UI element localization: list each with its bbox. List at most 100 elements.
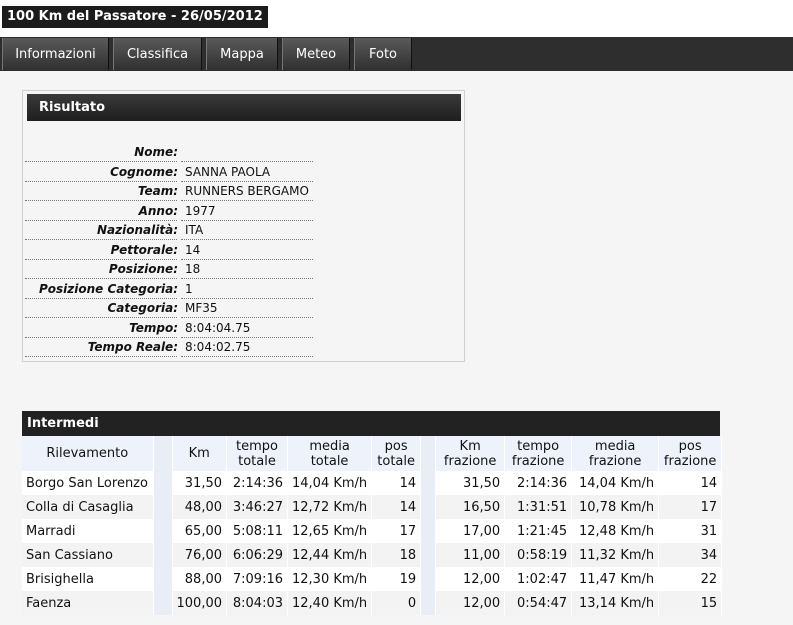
cell-tempo-totale: 8:04:03 [226, 591, 288, 615]
field-label: Cognome: [110, 164, 178, 179]
cell-km: 76,00 [172, 543, 227, 567]
cell-pos-totale: 14 [371, 471, 422, 495]
cell-pos-totale: 19 [371, 567, 422, 591]
label-dotted-rule [25, 356, 177, 357]
spacer-cell [420, 567, 437, 591]
field-label: Nome: [134, 145, 178, 159]
field-label: Categoria: [107, 301, 178, 315]
cell-place: San Cassiano [22, 543, 154, 567]
cell-pos-frazione: 34 [658, 543, 723, 567]
cell-tempo-totale: 3:46:27 [226, 495, 288, 519]
cell-media-frazione: 14,04 Km/h [571, 471, 660, 495]
tab-foto[interactable]: Foto [354, 38, 412, 70]
result-field-row: Tempo: 8:04:04.75 [23, 319, 315, 338]
field-value: 18 [185, 262, 201, 276]
cell-pos-frazione: 14 [658, 471, 723, 495]
field-label: Posizione: [108, 262, 178, 276]
result-field-row: Nome: [23, 143, 315, 162]
field-label: Anno: [138, 203, 178, 218]
spacer-cell [420, 495, 437, 519]
result-field-row: Posizione Categoria: 1 [23, 280, 315, 299]
cell-tempo-totale: 5:08:11 [226, 519, 288, 543]
col-tempo-totale: tempo totale [226, 436, 288, 471]
page-title: 100 Km del Passatore - 26/05/2012 [2, 6, 268, 28]
cell-media-frazione: 10,78 Km/h [571, 495, 660, 519]
cell-tempo-frazione: 1:02:47 [504, 567, 573, 591]
table-row: San Cassiano 76,00 6:06:29 12,44 Km/h 18 11,0… [22, 543, 723, 567]
content-area: Risultato Nome: Cognome: SANNA PAOLA Team: R… [0, 71, 793, 625]
cell-media-totale: 12,40 Km/h [287, 591, 373, 615]
field-value: 1 [185, 281, 193, 296]
cell-media-frazione: 12,48 Km/h [571, 519, 660, 543]
cell-media-frazione: 11,47 Km/h [571, 567, 660, 591]
value-dotted-rule [181, 356, 313, 357]
spacer-cell [153, 519, 173, 543]
cell-km: 100,00 [172, 591, 227, 615]
intermediates-table: Rilevamento Km tempo totale media totale p… [22, 436, 723, 615]
col-rilevamento: Rilevamento [22, 436, 154, 471]
spacer-cell [153, 567, 173, 591]
spacer-cell [420, 519, 437, 543]
field-label: Nazionalità: [97, 223, 178, 237]
spacer-cell [153, 543, 173, 567]
cell-media-frazione: 11,32 Km/h [571, 543, 660, 567]
field-label: Posizione Categoria: [38, 281, 178, 296]
cell-place: Brisighella [22, 567, 154, 591]
field-label: Pettorale: [110, 242, 178, 257]
field-label: Tempo Reale: [87, 340, 178, 354]
cell-tempo-frazione: 0:58:19 [504, 543, 573, 567]
table-row: Marradi 65,00 5:08:11 12,65 Km/h 17 17,00 1:21… [22, 519, 723, 543]
table-row: Faenza 100,00 8:04:03 12,40 Km/h 0 12,00 0:54:… [22, 591, 723, 615]
cell-media-totale: 12,72 Km/h [287, 495, 373, 519]
col-tempo-frazione: tempo frazione [504, 436, 573, 471]
intermediates-header: Intermedi [22, 411, 720, 436]
result-field-row: Categoria: MF35 [23, 299, 315, 318]
cell-tempo-frazione: 2:14:36 [504, 471, 573, 495]
cell-km-frazione: 31,50 [435, 471, 506, 495]
col-pos-totale: pos totale [371, 436, 422, 471]
cell-place: Colla di Casaglia [22, 495, 154, 519]
cell-km-frazione: 12,00 [435, 567, 506, 591]
tab-informazioni[interactable]: Informazioni [2, 38, 109, 70]
result-field-row: Posizione: 18 [23, 260, 315, 279]
field-value: 1977 [185, 203, 216, 218]
spacer-cell [420, 543, 437, 567]
result-field-row: Team: RUNNERS BERGAMO [23, 182, 315, 201]
tab-classifica[interactable]: Classifica [113, 38, 202, 70]
table-row: Borgo San Lorenzo 31,50 2:14:36 14,04 Km/h 1… [22, 471, 723, 495]
cell-pos-frazione: 31 [658, 519, 723, 543]
table-row: Brisighella 88,00 7:09:16 12,30 Km/h 19 12,00… [22, 567, 723, 591]
cell-pos-totale: 17 [371, 519, 422, 543]
field-value: MF35 [185, 301, 218, 315]
field-label: Team: [137, 184, 178, 198]
col-media-totale: media totale [287, 436, 373, 471]
result-field-row: Tempo Reale: 8:04:02.75 [23, 338, 315, 357]
field-label: Tempo: [129, 320, 178, 335]
cell-km-frazione: 17,00 [435, 519, 506, 543]
cell-tempo-frazione: 1:21:45 [504, 519, 573, 543]
tab-mappa[interactable]: Mappa [206, 38, 278, 70]
col-spacer [153, 436, 173, 471]
cell-tempo-totale: 2:14:36 [226, 471, 288, 495]
col-media-frazione: media frazione [571, 436, 660, 471]
spacer-cell [153, 471, 173, 495]
cell-pos-frazione: 17 [658, 495, 723, 519]
result-field-row: Cognome: SANNA PAOLA [23, 163, 315, 182]
spacer-cell [420, 471, 437, 495]
cell-place: Faenza [22, 591, 154, 615]
result-field-row: Anno: 1977 [23, 202, 315, 221]
result-field-row: Pettorale: 14 [23, 241, 315, 260]
field-value: 8:04:04.75 [185, 320, 251, 335]
result-panel: Risultato Nome: Cognome: SANNA PAOLA Team: R… [22, 90, 465, 362]
cell-km-frazione: 12,00 [435, 591, 506, 615]
cell-pos-frazione: 15 [658, 591, 723, 615]
spacer-cell [153, 591, 173, 615]
field-value: 8:04:02.75 [185, 340, 251, 354]
result-header: Risultato [27, 94, 461, 121]
col-km-frazione: Km frazione [435, 436, 506, 471]
tab-meteo[interactable]: Meteo [282, 38, 350, 70]
field-value: RUNNERS BERGAMO [185, 184, 309, 198]
cell-media-frazione: 13,14 Km/h [571, 591, 660, 615]
table-row: Colla di Casaglia 48,00 3:46:27 12,72 Km/h 1… [22, 495, 723, 519]
cell-media-totale: 14,04 Km/h [287, 471, 373, 495]
